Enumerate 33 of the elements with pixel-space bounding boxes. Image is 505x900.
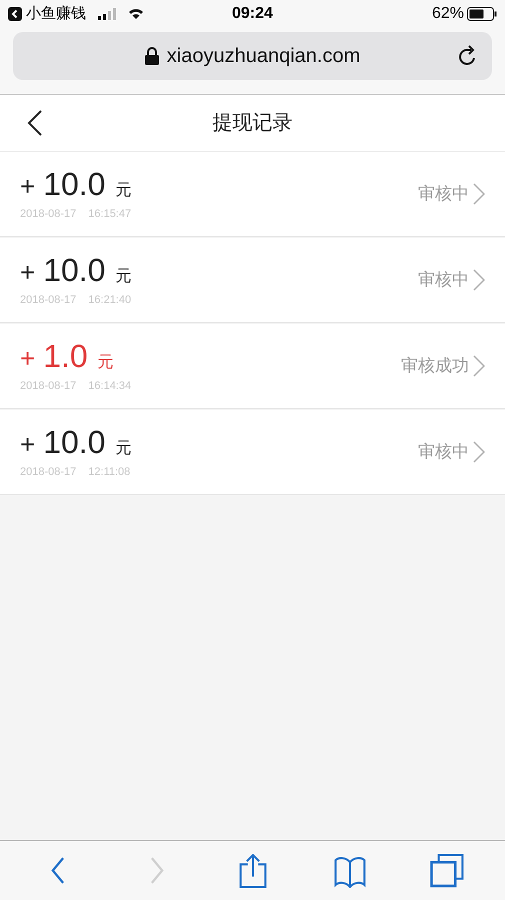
back-icon[interactable] bbox=[27, 110, 43, 136]
currency-unit: 元 bbox=[115, 266, 132, 287]
tabs-icon[interactable] bbox=[430, 854, 464, 888]
amount: 10.0 bbox=[43, 424, 106, 460]
amount: 10.0 bbox=[43, 166, 106, 202]
amount: 1.0 bbox=[43, 338, 88, 374]
address-bar[interactable]: xiaoyuzhuanqian.com bbox=[13, 32, 492, 80]
clock: 09:24 bbox=[232, 4, 273, 24]
amount: 10.0 bbox=[43, 252, 106, 288]
currency-unit: 元 bbox=[115, 180, 132, 201]
signal-icon bbox=[98, 8, 118, 20]
page-title: 提现记录 bbox=[212, 111, 292, 136]
battery-percentage: 62% bbox=[432, 4, 464, 24]
plus-sign: + bbox=[20, 428, 36, 461]
wifi-icon bbox=[128, 8, 144, 20]
currency-unit: 元 bbox=[115, 438, 132, 459]
battery-icon bbox=[467, 7, 497, 21]
plus-sign: + bbox=[20, 170, 36, 203]
status-label: 审核成功 bbox=[401, 355, 469, 378]
chevron-right-icon bbox=[473, 355, 485, 377]
status-label: 审核中 bbox=[418, 441, 469, 464]
chevron-right-icon bbox=[473, 441, 485, 463]
chevron-right-icon bbox=[473, 269, 485, 291]
reload-icon[interactable] bbox=[458, 45, 478, 67]
status-label: 审核中 bbox=[418, 183, 469, 206]
plus-sign: + bbox=[20, 256, 36, 289]
plus-sign: + bbox=[20, 342, 36, 375]
currency-unit: 元 bbox=[98, 352, 114, 373]
url-text: xiaoyuzhuanqian.com bbox=[166, 44, 360, 69]
chevron-right-icon bbox=[473, 183, 485, 205]
back-app-label[interactable]: 小鱼赚钱 bbox=[26, 2, 86, 26]
lock-icon bbox=[144, 47, 159, 65]
status-label: 审核中 bbox=[418, 269, 469, 292]
